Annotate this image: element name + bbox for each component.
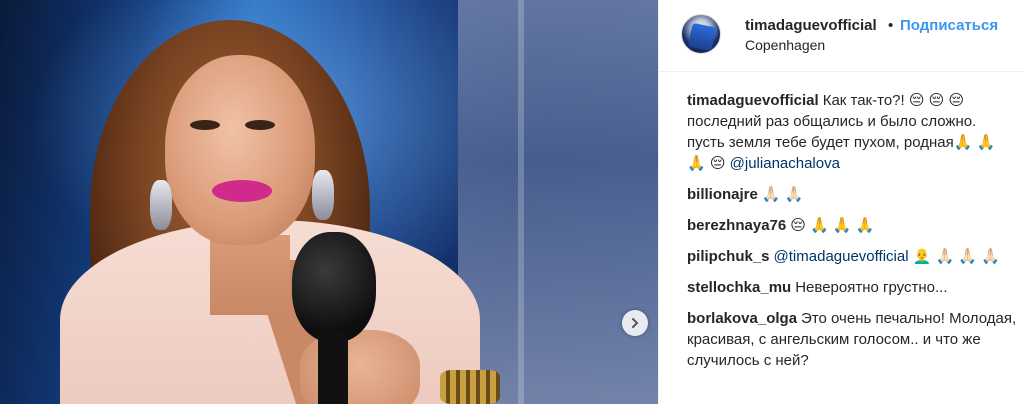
comment: pilipchuk_s @timadaguevofficial 👨‍🦲 🙏🏻 🙏🏻… — [687, 246, 1017, 267]
comment-username[interactable]: timadaguevofficial — [687, 92, 819, 109]
comment-mention[interactable]: @julianachalova — [730, 155, 840, 172]
earring — [312, 170, 334, 220]
bracelet — [440, 370, 500, 404]
comment-username[interactable]: stellochka_mu — [687, 279, 791, 296]
post-header: timadaguevofficial • Подписаться Copenha… — [659, 0, 1024, 72]
comment: stellochka_mu Невероятно грустно... — [687, 277, 1017, 298]
location-link[interactable]: Copenhagen — [745, 37, 825, 53]
chevron-right-icon — [632, 318, 639, 328]
separator-dot: • — [888, 17, 894, 34]
comment-mention[interactable]: @timadaguevofficial — [774, 248, 909, 265]
comment-username[interactable]: berezhnaya76 — [687, 217, 786, 234]
comment-text: 👨‍🦲 🙏🏻 🙏🏻 🙏🏻 — [912, 248, 1000, 265]
post-photo[interactable] — [0, 0, 658, 404]
avatar[interactable] — [681, 14, 721, 54]
comment-text: Невероятно грустно... — [795, 279, 948, 296]
comment-text: 😔 🙏 🙏 🙏 — [790, 217, 875, 234]
earring — [150, 180, 172, 230]
header-username[interactable]: timadaguevofficial — [745, 17, 877, 34]
comment: borlakova_olga Это очень печально! Молода… — [687, 308, 1017, 371]
next-image-button[interactable] — [622, 310, 648, 336]
backdrop-wall — [458, 0, 658, 404]
post-sidebar: timadaguevofficial • Подписаться Copenha… — [658, 0, 1024, 404]
comment-username[interactable]: billionajre — [687, 186, 758, 203]
comment: billionajre 🙏🏻 🙏🏻 — [687, 184, 1017, 205]
comment: berezhnaya76 😔 🙏 🙏 🙏 — [687, 215, 1017, 236]
lips — [212, 180, 272, 202]
follow-button[interactable]: Подписаться — [900, 17, 998, 34]
comment-text: 🙏🏻 🙏🏻 — [761, 186, 804, 203]
comment-username[interactable]: pilipchuk_s — [687, 248, 770, 265]
comments-list: timadaguevofficial Как так-то?! 😔 😔 😔 пос… — [687, 90, 1017, 381]
comment-username[interactable]: borlakova_olga — [687, 310, 797, 327]
face — [165, 55, 315, 245]
microphone — [292, 232, 376, 342]
comment: timadaguevofficial Как так-то?! 😔 😔 😔 пос… — [687, 90, 1017, 174]
